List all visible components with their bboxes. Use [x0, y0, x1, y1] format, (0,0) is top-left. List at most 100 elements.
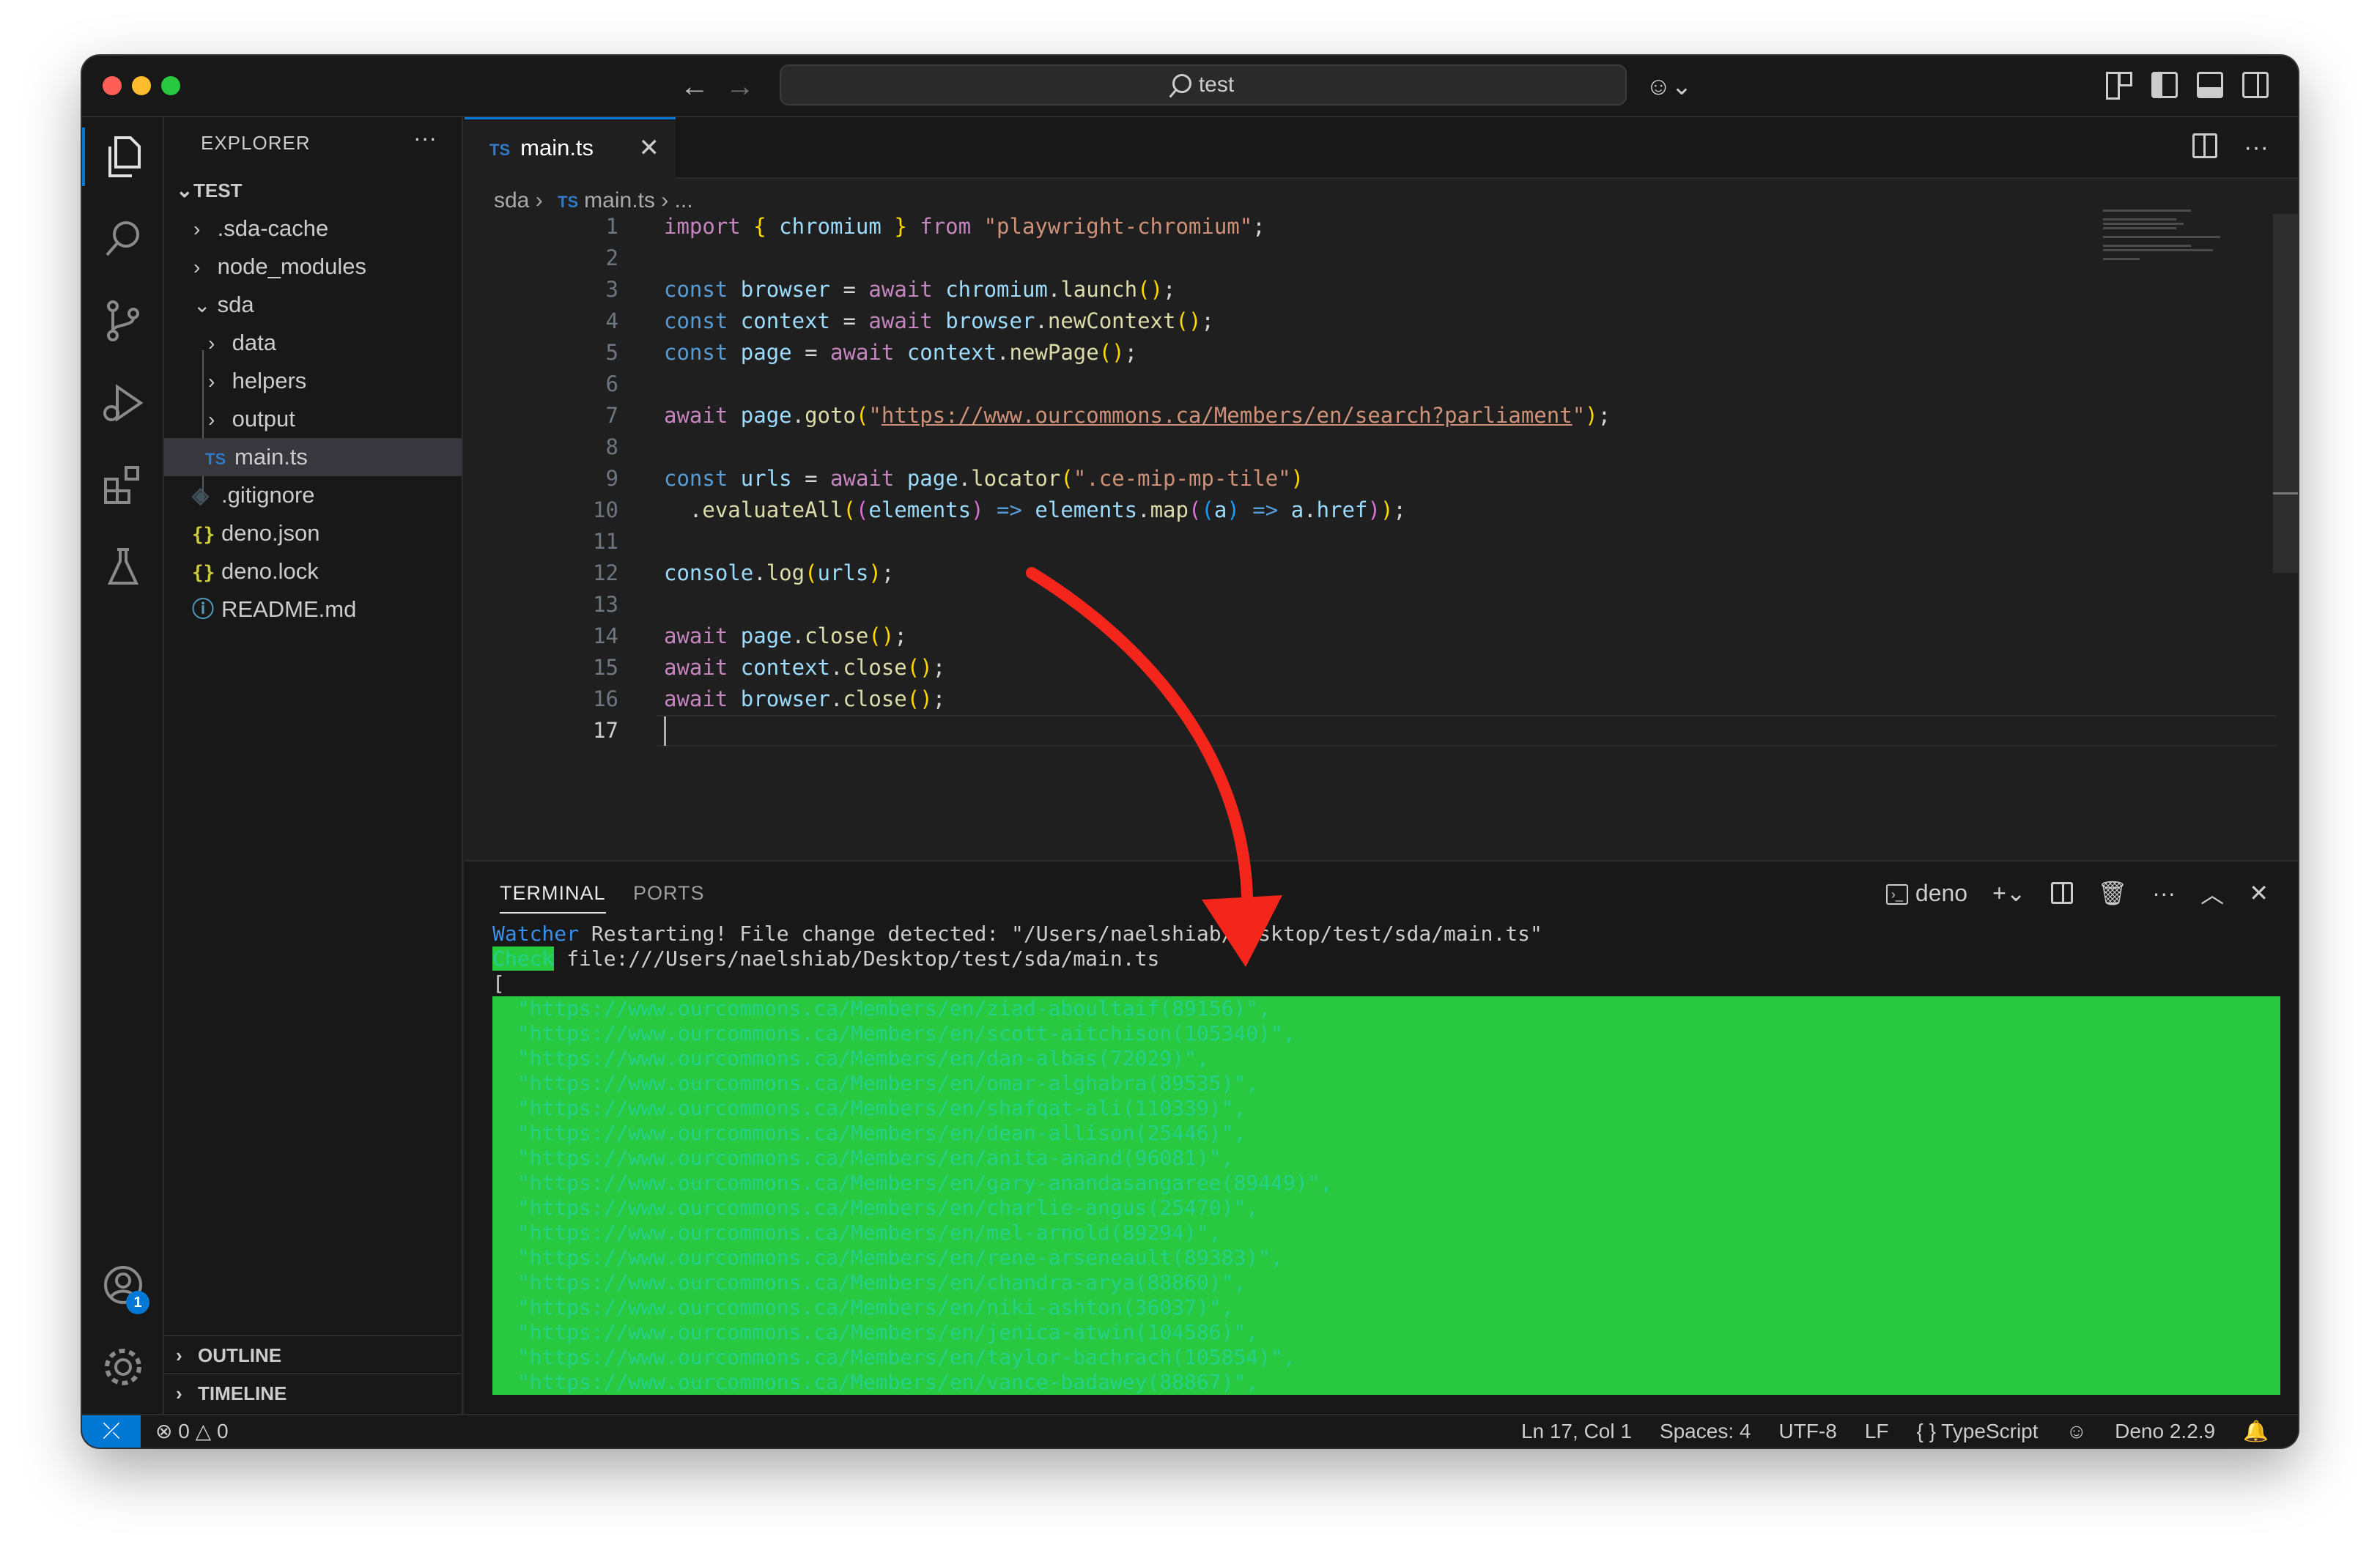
terminal-url-line: "https://www.ourcommons.ca/Members/en/de…: [492, 1121, 2280, 1146]
tree-item-gitignore[interactable]: ◈ .gitignore: [164, 476, 462, 514]
code-line: await context.close();: [664, 655, 946, 680]
tree-item-data[interactable]: › data: [164, 324, 462, 362]
code-line: const context = await browser.newContext…: [664, 308, 1214, 333]
line-number: 14: [593, 623, 618, 648]
testing-icon[interactable]: [82, 527, 164, 607]
language-mode[interactable]: { } TypeScript: [1916, 1415, 2038, 1448]
run-debug-icon[interactable]: [82, 363, 164, 442]
source-control-icon[interactable]: [82, 281, 164, 360]
remote-indicator-icon[interactable]: ⤫: [82, 1415, 141, 1448]
line-number: 16: [593, 686, 618, 711]
line-number: 15: [593, 655, 618, 680]
tree-item-deno-lock[interactable]: {} deno.lock: [164, 552, 462, 590]
search-text: test: [1198, 73, 1235, 97]
toggle-secondary-sidebar-icon[interactable]: [2242, 72, 2269, 98]
terminal-url-line: "https://www.ourcommons.ca/Members/en/ch…: [492, 1196, 2280, 1220]
editor-scrollbar[interactable]: [2273, 214, 2298, 573]
tab-terminal[interactable]: TERMINAL: [500, 882, 606, 914]
explorer-sidebar: EXPLORER ··· ⌄TEST › .sda-cache › node_m…: [164, 117, 463, 1414]
panel-actions: ›_ deno +⌄ 🗑 ··· ︿ ✕: [1885, 876, 2269, 910]
zoom-window-button[interactable]: [161, 76, 180, 95]
forward-arrow-icon[interactable]: →: [725, 69, 755, 104]
code-line: await page.goto("https://www.ourcommons.…: [664, 403, 1611, 428]
chevron-down-icon: ⌄: [176, 179, 193, 201]
explorer-icon[interactable]: [82, 117, 164, 196]
status-right: Ln 17, Col 1 Spaces: 4 UTF-8 LF { } Type…: [1521, 1415, 2269, 1448]
line-number: 8: [605, 434, 618, 459]
tree-item-sda[interactable]: ⌄ sda: [164, 286, 462, 324]
problems-indicator[interactable]: ⊗ 0 △ 0: [155, 1415, 229, 1448]
git-file-icon: ◈: [192, 484, 210, 508]
chevron-right-icon: ›: [661, 188, 675, 212]
close-panel-icon[interactable]: ✕: [2249, 879, 2269, 907]
new-terminal-icon[interactable]: +⌄: [1992, 879, 2026, 907]
customize-layout-icon[interactable]: [2106, 72, 2132, 100]
code-editor[interactable]: 1 2 3 4 5 6 7 8 9 10 11 12 13 14 15 16 17 import { chrom…: [465, 211, 2296, 870]
command-center-search[interactable]: test: [780, 64, 1627, 105]
explorer-more-actions[interactable]: ···: [413, 125, 437, 152]
breadcrumb-symbols[interactable]: ...: [675, 188, 693, 212]
terminal-panel: TERMINAL PORTS ›_ deno +⌄ 🗑 ··· ︿ ✕ Watch…: [465, 860, 2298, 1414]
terminal-url-line: "https://www.ourcommons.ca/Members/en/ta…: [492, 1345, 2280, 1370]
terminal-line: [: [492, 971, 505, 996]
maximize-panel-icon[interactable]: ︿: [2200, 876, 2224, 910]
tree-item-main-ts[interactable]: TS main.ts: [164, 438, 462, 476]
line-number: 11: [593, 529, 618, 554]
trash-icon[interactable]: 🗑: [2098, 879, 2128, 907]
account-icon[interactable]: 1: [82, 1245, 164, 1325]
split-terminal-icon[interactable]: [2050, 882, 2073, 904]
close-icon[interactable]: ✕: [639, 119, 660, 177]
breadcrumb-file[interactable]: main.ts: [584, 188, 655, 212]
end-of-line[interactable]: LF: [1865, 1415, 1889, 1448]
extensions-icon[interactable]: [82, 445, 164, 525]
toggle-primary-sidebar-icon[interactable]: [2151, 72, 2178, 98]
tab-main-ts[interactable]: TS main.ts ✕: [465, 117, 676, 179]
code-line: const page = await context.newPage();: [664, 340, 1138, 365]
braces-icon: { }: [1916, 1420, 1936, 1442]
tree-item-deno-json[interactable]: {} deno.json: [164, 514, 462, 552]
search-icon: [1172, 74, 1191, 93]
minimap[interactable]: [2103, 210, 2220, 268]
split-editor-icon[interactable]: [2192, 133, 2218, 158]
tree-item-sda-cache[interactable]: › .sda-cache: [164, 210, 462, 248]
chevron-right-icon: ›: [208, 332, 215, 355]
timeline-section[interactable]: › TIMELINE: [164, 1373, 462, 1411]
typescript-file-icon: TS: [558, 193, 579, 211]
copilot-menu-icon[interactable]: ☺⌄: [1646, 72, 1692, 101]
code-line: const urls = await page.locator(".ce-mip…: [664, 466, 1304, 491]
outline-section[interactable]: › OUTLINE: [164, 1335, 462, 1373]
indentation[interactable]: Spaces: 4: [1660, 1415, 1751, 1448]
minimize-window-button[interactable]: [132, 76, 151, 95]
close-window-button[interactable]: [103, 76, 122, 95]
toggle-panel-icon[interactable]: [2197, 72, 2223, 98]
breadcrumb-folder[interactable]: sda: [494, 188, 529, 212]
manage-gear-icon[interactable]: [82, 1327, 164, 1407]
terminal-output[interactable]: Watcher Restarting! File change detected…: [492, 922, 2280, 1395]
search-icon[interactable]: [82, 199, 164, 278]
bell-icon[interactable]: 🔔: [2243, 1415, 2269, 1448]
typescript-file-icon: TS: [205, 450, 226, 468]
encoding[interactable]: UTF-8: [1778, 1415, 1836, 1448]
more-actions-icon[interactable]: ···: [2152, 880, 2176, 907]
line-number: 1: [605, 214, 618, 239]
terminal-selector[interactable]: ›_ deno: [1885, 880, 1967, 907]
back-arrow-icon[interactable]: ←: [680, 69, 709, 104]
line-number: 3: [605, 277, 618, 302]
tree-item-readme[interactable]: ⓘ README.md: [164, 590, 462, 629]
tree-item-output[interactable]: › output: [164, 400, 462, 438]
terminal-url-line: "https://www.ourcommons.ca/Members/en/ch…: [492, 1270, 2280, 1295]
code-line: console.log(urls);: [664, 560, 895, 585]
deno-version[interactable]: Deno 2.2.9: [2115, 1415, 2215, 1448]
line-number: 7: [605, 403, 618, 428]
code-line: await browser.close();: [664, 686, 946, 711]
terminal-line: Check file:///Users/naelshiab/Desktop/te…: [492, 946, 1160, 971]
tree-item-node-modules[interactable]: › node_modules: [164, 248, 462, 286]
tree-item-helpers[interactable]: › helpers: [164, 362, 462, 400]
more-actions-icon[interactable]: ···: [2244, 133, 2269, 162]
status-bar: ⤫ ⊗ 0 △ 0 Ln 17, Col 1 Spaces: 4 UTF-8 L…: [82, 1414, 2298, 1448]
copilot-status-icon[interactable]: ☺: [2066, 1415, 2088, 1448]
workspace-root[interactable]: ⌄TEST: [164, 171, 462, 210]
tab-ports[interactable]: PORTS: [633, 882, 705, 905]
chevron-right-icon: ›: [535, 188, 550, 212]
cursor-position[interactable]: Ln 17, Col 1: [1521, 1415, 1632, 1448]
